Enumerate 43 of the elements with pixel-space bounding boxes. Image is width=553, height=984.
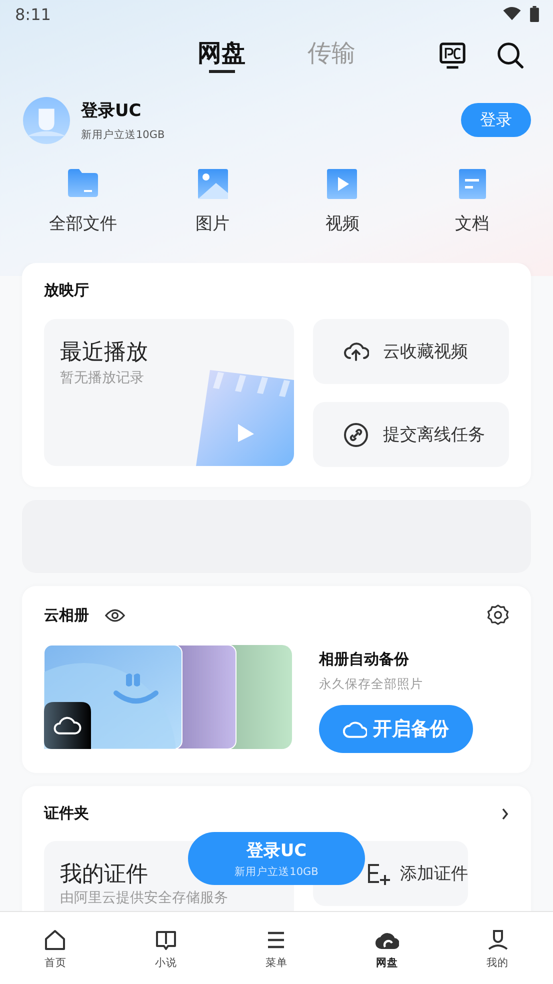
- clock-time: 8:11: [15, 4, 51, 24]
- video-icon[interactable]: [325, 167, 360, 201]
- clapperboard-icon: [196, 368, 294, 466]
- category-label[interactable]: 视频: [325, 212, 360, 235]
- battery-icon: [530, 6, 539, 22]
- chevron-right-icon[interactable]: [501, 808, 509, 820]
- eye-icon[interactable]: [105, 608, 125, 622]
- action-tile[interactable]: 提交离线任务: [313, 402, 509, 467]
- home-icon: [43, 928, 68, 952]
- promo-text: 新用户立送10GB: [81, 128, 166, 142]
- nav-tab[interactable]: 我的: [442, 912, 553, 984]
- nav-tab[interactable]: 网盘: [332, 912, 442, 984]
- image-icon[interactable]: [196, 167, 230, 201]
- section-title: 放映厅: [44, 281, 90, 300]
- cloud-icon: [343, 720, 367, 738]
- tile-subtitle: 由阿里云提供安全存储服务: [60, 890, 228, 907]
- computer-icon[interactable]: [438, 41, 467, 70]
- person-icon: [486, 928, 510, 952]
- section-title: 证件夹: [44, 804, 89, 823]
- category-label[interactable]: 文档: [455, 212, 490, 235]
- wifi-icon: [503, 7, 521, 21]
- nav-tab[interactable]: 菜单: [221, 912, 332, 984]
- recent-play-tile[interactable]: 最近播放 暂无播放记录: [44, 319, 294, 466]
- action-label: 云收藏视频: [383, 341, 468, 363]
- action-label: 添加证件: [400, 863, 468, 885]
- section-title: 云相册: [44, 606, 89, 624]
- search-icon[interactable]: [496, 41, 525, 70]
- user-name: 登录UC: [81, 100, 142, 122]
- nav-tab[interactable]: 小说: [110, 912, 222, 984]
- feature-subtitle: 永久保存全部照片: [319, 676, 424, 693]
- action-label: 提交离线任务: [383, 424, 485, 446]
- link-icon: [343, 422, 369, 448]
- nav-tab[interactable]: 首页: [0, 912, 111, 984]
- tile-title: 我的证件: [60, 862, 148, 888]
- feature-title: 相册自动备份: [319, 650, 410, 669]
- settings-icon[interactable]: [487, 604, 509, 626]
- action-tile[interactable]: 云收藏视频: [313, 319, 509, 384]
- cloud-icon: [44, 702, 91, 749]
- book-icon: [154, 928, 178, 952]
- category-label[interactable]: 图片: [196, 212, 230, 235]
- category-label[interactable]: 全部文件: [48, 212, 117, 235]
- tile-subtitle: 暂无播放记录: [60, 370, 144, 387]
- tile-title: 最近播放: [60, 340, 148, 366]
